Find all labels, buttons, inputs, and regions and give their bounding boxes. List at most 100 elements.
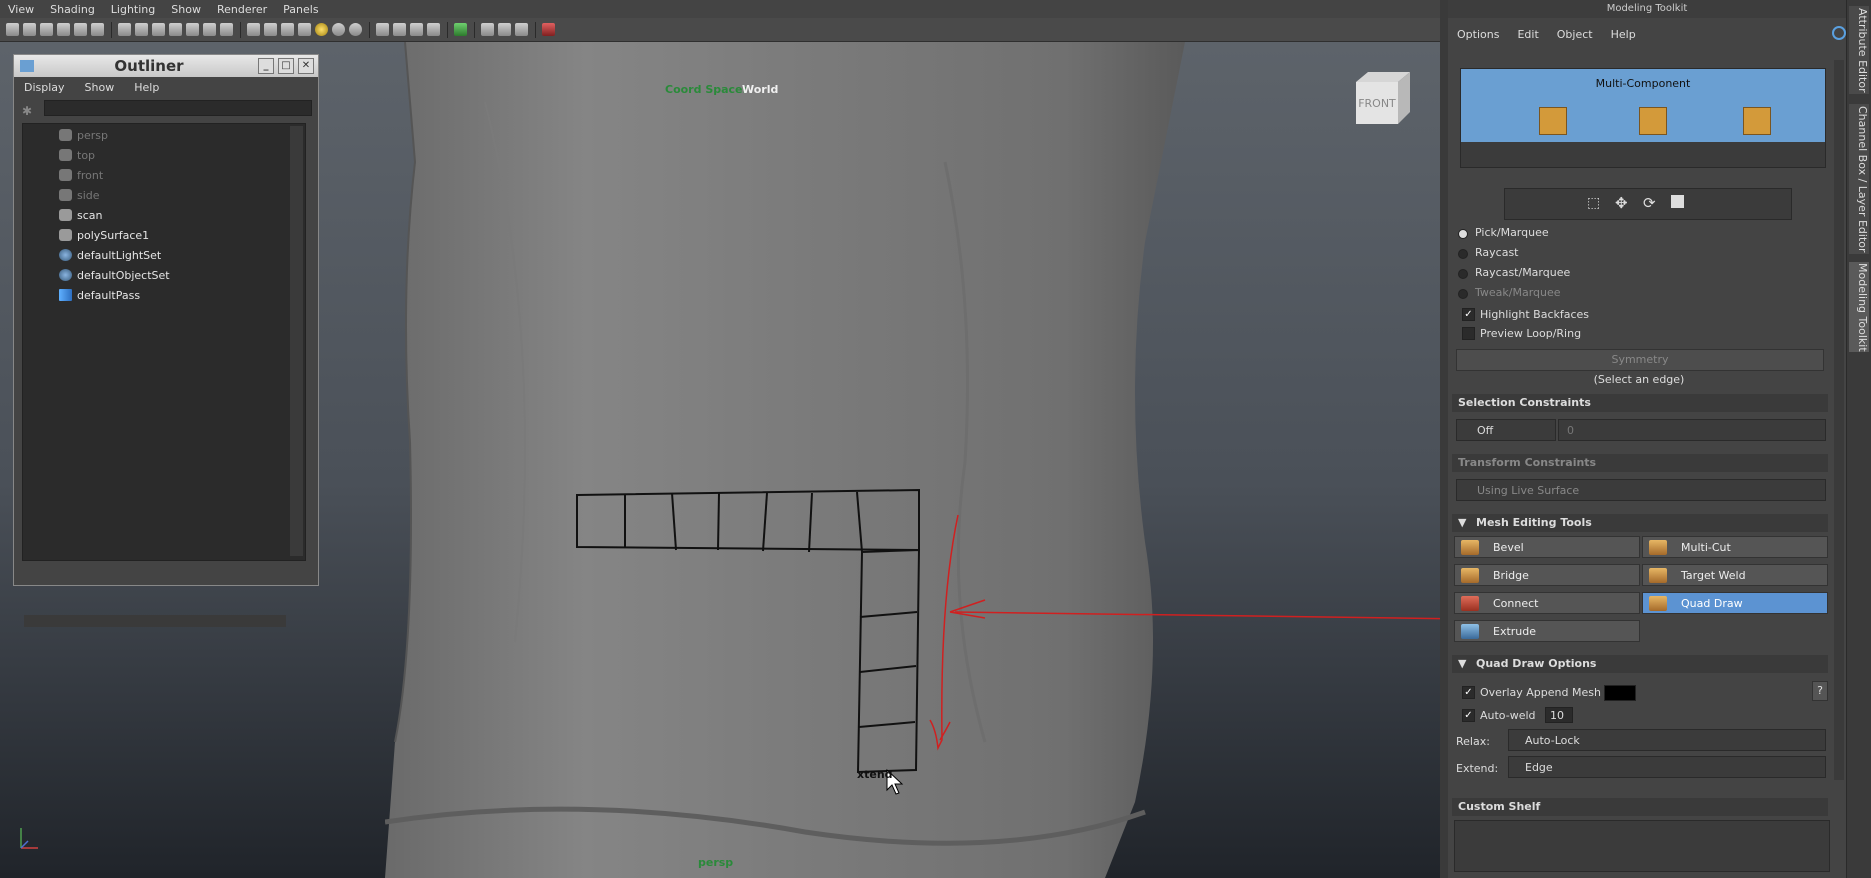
select-tool-icon[interactable]: ⬚ — [1587, 195, 1600, 211]
outliner-menubar: Display Show Help — [14, 77, 318, 97]
connect-button[interactable]: Connect — [1454, 592, 1640, 614]
overlay-color-swatch[interactable] — [1604, 685, 1636, 701]
axis-gizmo-icon — [20, 828, 38, 849]
select-edge-hint: (Select an edge) — [1593, 373, 1685, 386]
auto-weld-checkbox[interactable]: ✓ — [1462, 709, 1475, 722]
mesh-editing-tools-label: Mesh Editing Tools — [1476, 516, 1592, 529]
mesh-editing-tools-header[interactable]: ▼ Mesh Editing Tools — [1452, 514, 1828, 532]
bevel-button[interactable]: Bevel — [1454, 536, 1640, 558]
extrude-label: Extrude — [1493, 625, 1537, 638]
target-weld-label: Target Weld — [1681, 569, 1746, 582]
outliner-item-defaultobjectset[interactable]: defaultObjectSet — [59, 266, 170, 284]
outliner-item-defaultlightset[interactable]: defaultLightSet — [59, 246, 161, 264]
target-weld-button[interactable]: Target Weld — [1642, 564, 1828, 586]
outliner-item-persp[interactable]: persp — [59, 126, 108, 144]
transform-constraints-header[interactable]: Transform Constraints — [1452, 454, 1828, 472]
outliner-horizontal-scrollbar[interactable] — [24, 615, 286, 627]
bridge-button[interactable]: Bridge — [1454, 564, 1640, 586]
minimize-icon[interactable]: _ — [258, 58, 274, 74]
target-weld-icon — [1649, 568, 1667, 583]
outliner-filter-row: ✱ — [14, 100, 318, 118]
radio-raycast[interactable] — [1458, 249, 1468, 259]
scale-tool-icon[interactable] — [1671, 195, 1684, 208]
overlay-append-mesh-checkbox[interactable]: ✓ — [1462, 686, 1475, 699]
collapse-arrow-icon: ▼ — [1458, 657, 1467, 670]
toolkit-menu-help[interactable]: Help — [1602, 28, 1645, 41]
outliner-titlebar[interactable]: Outliner _ □ ✕ — [14, 55, 318, 77]
outliner-search-input[interactable] — [44, 100, 312, 116]
outliner-menu-help[interactable]: Help — [124, 81, 169, 94]
custom-shelf-area[interactable] — [1454, 820, 1830, 872]
tab-modeling-toolkit[interactable]: Modeling Toolkit — [1849, 262, 1869, 352]
coord-space-value: World — [742, 83, 779, 96]
outliner-vertical-scrollbar[interactable] — [290, 126, 303, 556]
render-pass-icon — [59, 289, 72, 301]
outliner-item-label: top — [77, 148, 96, 162]
outliner-item-label: defaultLightSet — [77, 248, 162, 262]
transform-tools-row: ⬚ ✥ ⟳ — [1504, 188, 1792, 220]
modeling-toolkit-panel: Modeling Toolkit Options Edit Object Hel… — [1448, 0, 1846, 878]
radio-pick-marquee[interactable] — [1458, 229, 1468, 239]
outliner-list[interactable]: persp top front side scan polySurface1 d… — [22, 123, 306, 561]
power-icon[interactable] — [1832, 26, 1846, 40]
filter-gear-icon[interactable]: ✱ — [22, 104, 32, 118]
outliner-item-front[interactable]: front — [59, 166, 103, 184]
outliner-item-polysurface1[interactable]: polySurface1 — [59, 226, 149, 244]
toolkit-menubar: Options Edit Object Help — [1448, 22, 1846, 46]
viewcube[interactable]: FRONT — [1352, 68, 1414, 130]
extrude-button[interactable]: Extrude — [1454, 620, 1640, 642]
toolkit-menu-object[interactable]: Object — [1548, 28, 1602, 41]
toolkit-titlebar[interactable]: Modeling Toolkit — [1448, 0, 1846, 18]
outliner-item-label: front — [77, 168, 104, 182]
help-button[interactable]: ? — [1812, 681, 1828, 701]
auto-weld-label: Auto-weld — [1480, 709, 1536, 722]
move-tool-icon[interactable]: ✥ — [1615, 194, 1628, 212]
extend-dropdown[interactable]: Edge — [1508, 756, 1826, 778]
auto-weld-value-field[interactable]: 10 — [1545, 707, 1573, 723]
extend-label: Extend: — [1456, 762, 1499, 775]
radio-raycast-marquee[interactable] — [1458, 269, 1468, 279]
quad-draw-button[interactable]: Quad Draw — [1642, 592, 1828, 614]
outliner-menu-display[interactable]: Display — [14, 81, 75, 94]
toolkit-scrollbar[interactable] — [1834, 60, 1844, 780]
selection-constraints-header[interactable]: Selection Constraints — [1452, 394, 1828, 412]
set-icon — [59, 269, 72, 281]
preview-loop-ring-label: Preview Loop/Ring — [1480, 327, 1582, 340]
camera-icon — [59, 169, 72, 181]
vertex-mode-icon[interactable] — [1539, 107, 1567, 135]
custom-shelf-header[interactable]: Custom Shelf — [1452, 798, 1828, 816]
outliner-item-side[interactable]: side — [59, 186, 100, 204]
bevel-label: Bevel — [1493, 541, 1524, 554]
toolkit-menu-edit[interactable]: Edit — [1508, 28, 1547, 41]
maximize-icon[interactable]: □ — [278, 58, 294, 74]
outliner-item-defaultpass[interactable]: defaultPass — [59, 286, 140, 304]
outliner-item-scan[interactable]: scan — [59, 206, 103, 224]
quad-draw-options-header[interactable]: ▼ Quad Draw Options — [1452, 655, 1828, 673]
multi-cut-button[interactable]: Multi-Cut — [1642, 536, 1828, 558]
coord-space-label: Coord Space: — [665, 83, 747, 96]
bridge-label: Bridge — [1493, 569, 1529, 582]
edge-mode-icon[interactable] — [1639, 107, 1667, 135]
face-mode-icon[interactable] — [1743, 107, 1771, 135]
toolkit-menu-options[interactable]: Options — [1448, 28, 1508, 41]
rotate-tool-icon[interactable]: ⟳ — [1643, 194, 1656, 212]
multi-component-button[interactable]: Multi-Component — [1461, 69, 1825, 142]
close-icon[interactable]: ✕ — [298, 58, 314, 74]
selection-constraints-value[interactable]: 0 — [1558, 419, 1826, 441]
camera-icon — [59, 129, 72, 141]
camera-name-label: persp — [698, 856, 734, 869]
selection-constraints-dropdown[interactable]: Off — [1456, 419, 1556, 441]
symmetry-button[interactable]: Symmetry — [1456, 349, 1824, 371]
radio-tweak-marquee[interactable] — [1458, 289, 1468, 299]
transform-constraints-dropdown[interactable]: Using Live Surface — [1456, 479, 1826, 501]
relax-dropdown[interactable]: Auto-Lock — [1508, 729, 1826, 751]
tab-channel-box[interactable]: Channel Box / Layer Editor — [1849, 104, 1869, 254]
tab-attribute-editor[interactable]: Attribute Editor — [1849, 6, 1869, 94]
outliner-item-top[interactable]: top — [59, 146, 95, 164]
connect-icon — [1461, 596, 1479, 611]
highlight-backfaces-checkbox[interactable]: ✓ — [1462, 308, 1475, 321]
preview-loop-ring-checkbox[interactable] — [1462, 327, 1475, 340]
outliner-menu-show[interactable]: Show — [75, 81, 125, 94]
outliner-item-label: persp — [77, 128, 108, 142]
multi-cut-label: Multi-Cut — [1681, 541, 1731, 554]
